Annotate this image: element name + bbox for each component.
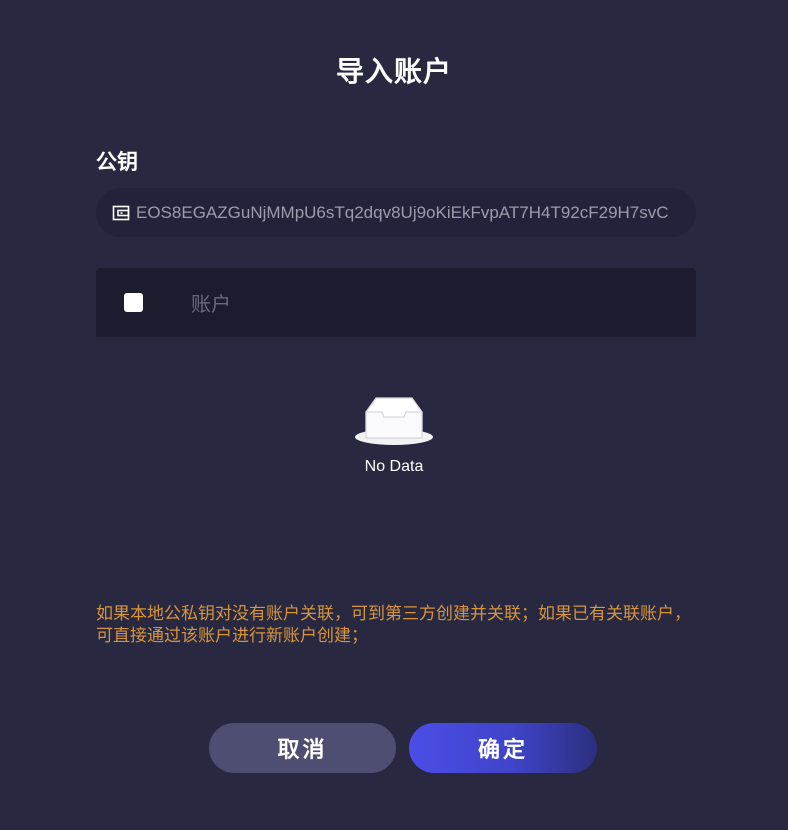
select-all-checkbox[interactable] <box>124 293 143 312</box>
cancel-button[interactable]: 取消 <box>209 723 396 773</box>
accounts-table-header: 账户 <box>96 268 696 337</box>
public-key-field[interactable]: EOS8EGAZGuNjMMpU6sTq2dqv8Uj9oKiEkFvpAT7H… <box>96 188 696 237</box>
public-key-label: 公钥 <box>96 150 138 174</box>
empty-inbox-icon <box>355 397 433 445</box>
confirm-button[interactable]: 确定 <box>409 723 597 773</box>
wallet-icon <box>112 205 130 220</box>
import-account-dialog: 导入账户 公钥 EOS8EGAZGuNjMMpU6sTq2dqv8Uj9oKiE… <box>0 0 788 830</box>
empty-state-text: No Data <box>364 458 424 475</box>
accounts-table-empty-state: No Data <box>0 392 788 476</box>
dialog-title: 导入账户 <box>335 55 452 88</box>
column-header-account: 账户 <box>191 292 231 316</box>
public-key-value: EOS8EGAZGuNjMMpU6sTq2dqv8Uj9oKiEkFvpAT7H… <box>136 202 669 222</box>
association-notice: 如果本地公私钥对没有账户关联，可到第三方创建并关联；如果已有关联账户，可直接通过… <box>96 604 691 646</box>
